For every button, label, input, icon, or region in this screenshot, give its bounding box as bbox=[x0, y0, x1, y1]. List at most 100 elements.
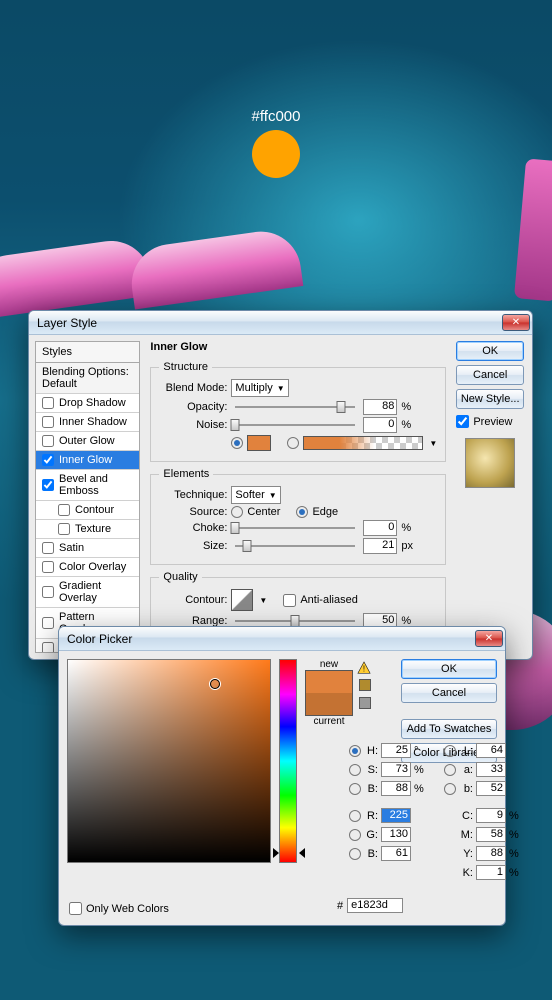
opacity-label: Opacity: bbox=[159, 401, 227, 413]
hex-input[interactable]: e1823d bbox=[347, 898, 403, 913]
noise-slider[interactable] bbox=[235, 424, 355, 426]
elements-group: Elements Technique: Softer ▼ Source: Cen… bbox=[150, 468, 446, 565]
style-checkbox[interactable] bbox=[42, 454, 54, 466]
technique-combo[interactable]: Softer ▼ bbox=[231, 486, 280, 504]
warning-icon[interactable]: ! bbox=[357, 661, 371, 675]
style-row-bevel-and-emboss[interactable]: Bevel and Emboss bbox=[36, 470, 139, 501]
style-row-contour[interactable]: Contour bbox=[36, 501, 139, 520]
a-input[interactable]: 33 bbox=[476, 762, 506, 777]
styles-header[interactable]: Styles bbox=[35, 341, 140, 362]
ok-button[interactable]: OK bbox=[456, 341, 524, 361]
chevron-down-icon[interactable]: ▼ bbox=[429, 439, 437, 448]
s-radio[interactable] bbox=[349, 764, 361, 776]
style-checkbox[interactable] bbox=[58, 523, 70, 535]
gradient-radio[interactable] bbox=[287, 437, 299, 449]
source-center-radio[interactable] bbox=[231, 506, 243, 518]
bg-shape bbox=[127, 226, 304, 309]
style-label: Inner Glow bbox=[59, 454, 112, 466]
size-slider[interactable] bbox=[235, 545, 355, 547]
range-slider[interactable] bbox=[235, 620, 355, 622]
cancel-button[interactable]: Cancel bbox=[401, 683, 497, 703]
gamut-swatch[interactable] bbox=[359, 679, 371, 691]
cancel-button[interactable]: Cancel bbox=[456, 365, 524, 385]
style-row-inner-glow[interactable]: Inner Glow bbox=[36, 451, 139, 470]
style-checkbox[interactable] bbox=[42, 479, 54, 491]
current-color bbox=[306, 693, 352, 715]
h-input[interactable]: 25 bbox=[381, 743, 411, 758]
choke-label: Choke: bbox=[159, 522, 227, 534]
only-web-colors-checkbox[interactable] bbox=[69, 902, 82, 915]
y-input[interactable]: 88 bbox=[476, 846, 506, 861]
source-center-label: Center bbox=[247, 506, 280, 518]
style-checkbox[interactable] bbox=[42, 397, 54, 409]
b2-radio[interactable] bbox=[349, 848, 361, 860]
bg-shape bbox=[0, 236, 153, 320]
style-row-outer-glow[interactable]: Outer Glow bbox=[36, 432, 139, 451]
color-radio[interactable] bbox=[231, 437, 243, 449]
contour-swatch[interactable] bbox=[231, 589, 253, 611]
r-radio[interactable] bbox=[349, 810, 361, 822]
h-radio[interactable] bbox=[349, 745, 361, 757]
style-checkbox[interactable] bbox=[42, 561, 54, 573]
lab-b-radio[interactable] bbox=[444, 783, 456, 795]
saturation-value-box[interactable] bbox=[67, 659, 271, 863]
style-checkbox[interactable] bbox=[42, 642, 54, 653]
blend-mode-combo[interactable]: Multiply ▼ bbox=[231, 379, 288, 397]
g-input[interactable]: 130 bbox=[381, 827, 411, 842]
new-current-swatch[interactable] bbox=[305, 670, 353, 716]
style-row-satin[interactable]: Satin bbox=[36, 539, 139, 558]
hue-slider[interactable] bbox=[279, 659, 297, 863]
opacity-slider[interactable] bbox=[235, 406, 355, 408]
close-button[interactable]: ✕ bbox=[475, 630, 503, 647]
style-row-drop-shadow[interactable]: Drop Shadow bbox=[36, 394, 139, 413]
style-label: Bevel and Emboss bbox=[59, 473, 133, 497]
style-checkbox[interactable] bbox=[42, 435, 54, 447]
style-checkbox[interactable] bbox=[58, 504, 70, 516]
r-input[interactable]: 225 bbox=[381, 808, 411, 823]
preview-checkbox[interactable] bbox=[456, 415, 469, 428]
blending-options-row[interactable]: Blending Options: Default bbox=[36, 363, 139, 394]
b-input[interactable]: 88 bbox=[381, 781, 411, 796]
style-row-gradient-overlay[interactable]: Gradient Overlay bbox=[36, 577, 139, 608]
new-color bbox=[306, 671, 352, 693]
k-input[interactable]: 1 bbox=[476, 865, 506, 880]
antialiased-checkbox[interactable] bbox=[283, 594, 296, 607]
ok-button[interactable]: OK bbox=[401, 659, 497, 679]
websafe-icon[interactable] bbox=[359, 697, 371, 709]
noise-input[interactable]: 0 bbox=[363, 417, 397, 433]
titlebar[interactable]: Layer Style ✕ bbox=[29, 311, 532, 335]
add-to-swatches-button[interactable]: Add To Swatches bbox=[401, 719, 497, 739]
l-radio[interactable] bbox=[444, 745, 456, 757]
a-radio[interactable] bbox=[444, 764, 456, 776]
new-style-button[interactable]: New Style... bbox=[456, 389, 524, 409]
style-row-color-overlay[interactable]: Color Overlay bbox=[36, 558, 139, 577]
gradient-preview[interactable] bbox=[303, 436, 423, 450]
l-input[interactable]: 64 bbox=[476, 743, 506, 758]
style-label: Texture bbox=[75, 523, 111, 535]
b-radio[interactable] bbox=[349, 783, 361, 795]
glow-color-swatch[interactable] bbox=[247, 435, 271, 451]
style-checkbox[interactable] bbox=[42, 416, 54, 428]
chevron-down-icon: ▼ bbox=[277, 384, 285, 393]
style-row-texture[interactable]: Texture bbox=[36, 520, 139, 539]
window-title: Color Picker bbox=[67, 632, 132, 646]
lab-b-input[interactable]: 52 bbox=[476, 781, 506, 796]
choke-slider[interactable] bbox=[235, 527, 355, 529]
g-radio[interactable] bbox=[349, 829, 361, 841]
style-row-inner-shadow[interactable]: Inner Shadow bbox=[36, 413, 139, 432]
b2-input[interactable]: 61 bbox=[381, 846, 411, 861]
titlebar[interactable]: Color Picker ✕ bbox=[59, 627, 505, 651]
style-checkbox[interactable] bbox=[42, 542, 54, 554]
opacity-input[interactable]: 88 bbox=[363, 399, 397, 415]
antialiased-label: Anti-aliased bbox=[300, 594, 357, 606]
style-checkbox[interactable] bbox=[42, 617, 54, 629]
choke-input[interactable]: 0 bbox=[363, 520, 397, 536]
style-checkbox[interactable] bbox=[42, 586, 54, 598]
close-button[interactable]: ✕ bbox=[502, 314, 530, 331]
c-input[interactable]: 9 bbox=[476, 808, 506, 823]
size-input[interactable]: 21 bbox=[363, 538, 397, 554]
m-input[interactable]: 58 bbox=[476, 827, 506, 842]
chevron-down-icon[interactable]: ▼ bbox=[259, 596, 267, 605]
source-edge-radio[interactable] bbox=[296, 506, 308, 518]
s-input[interactable]: 73 bbox=[381, 762, 411, 777]
